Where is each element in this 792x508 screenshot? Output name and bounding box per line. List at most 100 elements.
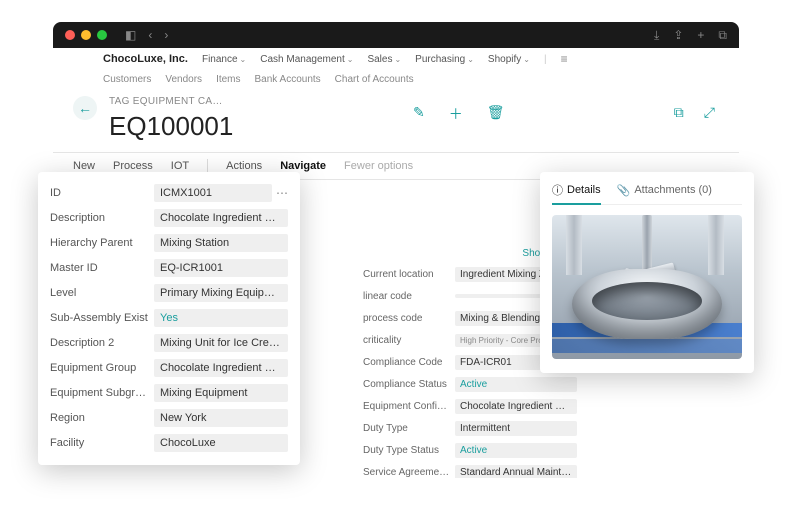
sidebar-toggle-icon[interactable]: ◧ bbox=[125, 28, 136, 42]
field-label: criticality bbox=[363, 335, 451, 346]
field-label: Level bbox=[50, 287, 150, 299]
subnav-items[interactable]: Items bbox=[216, 74, 240, 85]
field-value[interactable]: Yes bbox=[154, 309, 288, 327]
field-row: Master ID EQ-ICR1001 bbox=[50, 255, 288, 280]
field-value[interactable]: Chocolate Ingredient Mixer #1 bbox=[154, 209, 288, 227]
nav-finance[interactable]: Finance bbox=[202, 54, 246, 65]
field-label: process code bbox=[363, 313, 451, 324]
subnav-vendors[interactable]: Vendors bbox=[165, 74, 202, 85]
subnav-chart-of-accounts[interactable]: Chart of Accounts bbox=[335, 74, 414, 85]
field-label: Description 2 bbox=[50, 337, 150, 349]
row-menu-icon[interactable]: ⋯ bbox=[272, 186, 288, 200]
field-row: Duty TypeIntermittent bbox=[363, 417, 577, 439]
nav-sales[interactable]: Sales bbox=[367, 54, 401, 65]
share-icon[interactable]: ⇪ bbox=[673, 28, 683, 43]
action-navigate[interactable]: Navigate bbox=[280, 160, 326, 172]
field-value[interactable]: ICMX1001 bbox=[154, 184, 272, 202]
field-row: Description Chocolate Ingredient Mixer #1 bbox=[50, 205, 288, 230]
field-value[interactable]: Mixing Station bbox=[154, 234, 288, 252]
subnav-customers[interactable]: Customers bbox=[103, 74, 151, 85]
field-label: Facility bbox=[50, 437, 150, 449]
field-label: Compliance Code bbox=[363, 357, 451, 368]
top-nav: ChocoLuxe, Inc. Finance Cash Management … bbox=[53, 48, 739, 70]
field-row: Description 2 Mixing Unit for Ice Cream B… bbox=[50, 330, 288, 355]
paperclip-icon: 📎 bbox=[617, 184, 631, 197]
brand-name[interactable]: ChocoLuxe, Inc. bbox=[103, 53, 188, 65]
field-row: Equipment Group Chocolate Ingredient Mixe… bbox=[50, 355, 288, 380]
back-button[interactable]: ← bbox=[73, 96, 97, 120]
browser-nav: ◧ ‹ › bbox=[125, 28, 168, 42]
field-label: Compliance Status bbox=[363, 379, 451, 390]
field-label: Duty Type Status bbox=[363, 445, 451, 456]
field-label: Service Agreeme… bbox=[363, 467, 451, 478]
open-window-icon[interactable]: ⧉ bbox=[674, 104, 684, 121]
field-row: Duty Type Status Active bbox=[363, 439, 577, 461]
action-actions[interactable]: Actions bbox=[226, 160, 262, 172]
action-iot[interactable]: IOT bbox=[171, 160, 189, 172]
field-row: Sub-Assembly Exist Yes bbox=[50, 305, 288, 330]
download-icon[interactable]: ⤓ bbox=[654, 28, 659, 43]
add-icon[interactable]: ＋ bbox=[449, 104, 463, 124]
field-label: Equipment Confi… bbox=[363, 401, 451, 412]
field-label: Sub-Assembly Exist bbox=[50, 312, 150, 324]
field-row: ID ICMX1001⋯ bbox=[50, 180, 288, 205]
field-value[interactable]: Primary Mixing Equipment bbox=[154, 284, 288, 302]
action-new[interactable]: New bbox=[73, 160, 95, 172]
field-label: Equipment Subgr… bbox=[50, 387, 150, 399]
action-fewer-options[interactable]: Fewer options bbox=[344, 160, 413, 172]
back-icon[interactable]: ‹ bbox=[148, 28, 152, 42]
close-window-dot[interactable] bbox=[65, 30, 75, 40]
tab-attachments[interactable]: 📎 Attachments (0) bbox=[617, 184, 712, 197]
delete-icon[interactable]: 🗑 bbox=[487, 104, 505, 124]
action-process[interactable]: Process bbox=[113, 160, 153, 172]
new-tab-icon[interactable]: + bbox=[697, 28, 704, 43]
field-value[interactable]: ChocoLuxe bbox=[154, 434, 288, 452]
nav-cash-management[interactable]: Cash Management bbox=[260, 54, 353, 65]
nav-menu-icon[interactable]: ≡ bbox=[561, 52, 568, 66]
field-label: Description bbox=[50, 212, 150, 224]
field-row: Hierarchy Parent Mixing Station bbox=[50, 230, 288, 255]
field-value[interactable]: New York bbox=[154, 409, 288, 427]
field-label: Master ID bbox=[50, 262, 150, 274]
field-label: Hierarchy Parent bbox=[50, 237, 150, 249]
field-value[interactable]: Active bbox=[455, 377, 577, 392]
field-value[interactable]: Chocolate Ingredient Mixer bbox=[455, 399, 577, 414]
field-row: Compliance Status Active bbox=[363, 373, 577, 395]
traffic-lights bbox=[65, 30, 107, 40]
page-header: ← TAG EQUIPMENT CA… EQ100001 ✎ ＋ 🗑 ⧉ ⤢ bbox=[53, 88, 739, 146]
equipment-photo bbox=[552, 215, 742, 359]
field-label: ID bbox=[50, 187, 150, 199]
field-row: Level Primary Mixing Equipment bbox=[50, 280, 288, 305]
edit-icon[interactable]: ✎ bbox=[413, 104, 425, 124]
equipment-fields-card: ID ICMX1001⋯ Description Chocolate Ingredie… bbox=[38, 172, 300, 465]
field-value[interactable]: Mixing Equipment bbox=[154, 384, 288, 402]
nav-shopify[interactable]: Shopify bbox=[488, 54, 530, 65]
field-value[interactable]: Mixing Unit for Ice Cream Base bbox=[154, 334, 288, 352]
field-row: Equipment Subgr… Mixing Equipment bbox=[50, 380, 288, 405]
collapse-icon[interactable]: ⤢ bbox=[704, 104, 715, 121]
field-label: Equipment Group bbox=[50, 362, 150, 374]
field-label: Current location bbox=[363, 269, 451, 280]
browser-right-icons: ⤓ ⇪ + ⧉ bbox=[654, 28, 727, 43]
forward-icon[interactable]: › bbox=[164, 28, 168, 42]
nav-purchasing[interactable]: Purchasing bbox=[415, 54, 474, 65]
details-tabs: ⓘ Details 📎 Attachments (0) bbox=[552, 182, 742, 205]
subnav-bank-accounts[interactable]: Bank Accounts bbox=[255, 74, 321, 85]
field-value[interactable]: Intermittent bbox=[455, 421, 577, 436]
tabs-icon[interactable]: ⧉ bbox=[718, 28, 727, 43]
info-icon: ⓘ bbox=[552, 182, 563, 198]
tab-attachments-label: Attachments (0) bbox=[634, 184, 712, 196]
field-value[interactable]: Standard Annual Maintenance bbox=[455, 465, 577, 479]
details-card: ⓘ Details 📎 Attachments (0) bbox=[540, 172, 754, 373]
tab-details[interactable]: ⓘ Details bbox=[552, 182, 601, 205]
field-row: Facility ChocoLuxe bbox=[50, 430, 288, 455]
field-row: Service Agreeme… Standard Annual Maintena… bbox=[363, 461, 577, 478]
field-row: Equipment Confi… Chocolate Ingredient Mix… bbox=[363, 395, 577, 417]
field-value[interactable]: Chocolate Ingredient Mixer bbox=[154, 359, 288, 377]
field-value[interactable]: Active bbox=[455, 443, 577, 458]
maximize-window-dot[interactable] bbox=[97, 30, 107, 40]
minimize-window-dot[interactable] bbox=[81, 30, 91, 40]
tab-details-label: Details bbox=[567, 184, 601, 196]
field-value[interactable]: EQ-ICR1001 bbox=[154, 259, 288, 277]
browser-chrome: ◧ ‹ › ⤓ ⇪ + ⧉ bbox=[53, 22, 739, 48]
